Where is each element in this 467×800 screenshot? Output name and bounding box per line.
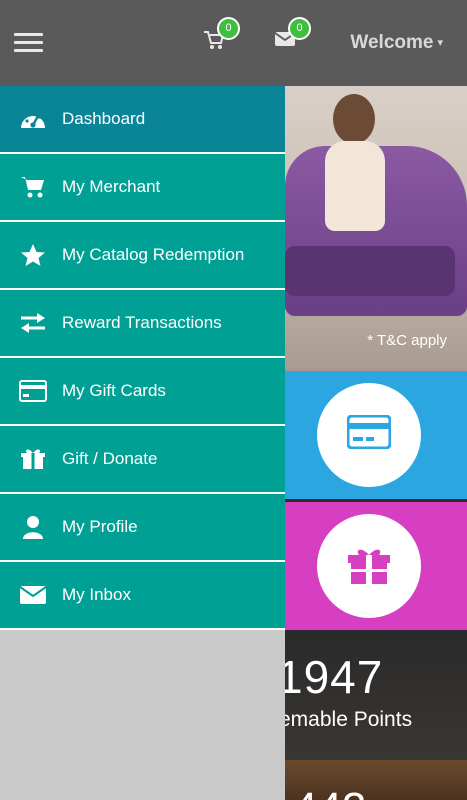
menu-item-my-catalog-redemption[interactable]: My Catalog Redemption (0, 222, 285, 290)
transfer-arrows-icon (18, 311, 48, 335)
welcome-dropdown[interactable]: Welcome ▾ (350, 32, 443, 54)
hamburger-menu-icon[interactable] (14, 33, 43, 53)
cart-button[interactable]: 0 (203, 17, 240, 52)
menu-item-reward-transactions[interactable]: Reward Transactions (0, 290, 285, 358)
menu-item-gift-donate[interactable]: Gift / Donate (0, 426, 285, 494)
envelope-icon (18, 583, 48, 607)
credit-card-icon (347, 415, 391, 449)
navigation-drawer: Dashboard My Merchant My Catalog Redempt… (0, 86, 285, 800)
credit-card-icon (18, 379, 48, 403)
menu-item-my-gift-cards[interactable]: My Gift Cards (0, 358, 285, 426)
inbox-button[interactable]: 0 (274, 17, 311, 52)
dashboard-gauge-icon (18, 107, 48, 131)
bottom-stat-tile[interactable]: 443 (285, 760, 467, 800)
menu-item-label: My Catalog Redemption (62, 245, 245, 264)
gift-donate-tile[interactable] (285, 502, 467, 630)
menu-item-my-profile[interactable]: My Profile (0, 494, 285, 562)
menu-item-label: My Profile (62, 517, 138, 536)
promo-banner-image[interactable]: * T&C apply (285, 86, 467, 371)
bottom-stat-value: 443 (293, 784, 366, 800)
menu-item-label: Reward Transactions (62, 313, 222, 332)
menu-item-label: My Inbox (62, 585, 131, 604)
points-value: 1947 (285, 651, 384, 703)
menu-item-my-merchant[interactable]: My Merchant (0, 154, 285, 222)
chevron-down-icon: ▾ (437, 37, 443, 50)
tile-icon-circle (317, 383, 421, 487)
user-icon (18, 515, 48, 539)
menu-item-my-inbox[interactable]: My Inbox (0, 562, 285, 630)
person-illustration (333, 94, 375, 144)
points-label: emable Points (285, 708, 413, 731)
gift-icon (348, 549, 390, 584)
sofa-seat-illustration (285, 246, 455, 296)
welcome-label: Welcome (350, 32, 434, 53)
menu-item-dashboard[interactable]: Dashboard (0, 86, 285, 154)
banner-terms-note: * T&C apply (367, 332, 447, 349)
redeemable-points-tile[interactable]: 1947 emable Points (285, 630, 467, 760)
gift-icon (18, 447, 48, 471)
menu-item-label: Gift / Donate (62, 449, 158, 468)
menu-item-label: Dashboard (62, 109, 146, 128)
cart-icon (18, 175, 48, 199)
star-icon (18, 243, 48, 267)
inbox-count-badge: 0 (288, 17, 311, 40)
top-app-bar: 0 0 Welcome ▾ (0, 0, 467, 86)
gift-cards-tile[interactable] (285, 371, 467, 499)
menu-item-label: My Gift Cards (62, 381, 166, 400)
menu-item-label: My Merchant (62, 177, 161, 196)
person-body-illustration (325, 141, 385, 231)
tile-icon-circle (317, 514, 421, 618)
cart-count-badge: 0 (217, 17, 240, 40)
